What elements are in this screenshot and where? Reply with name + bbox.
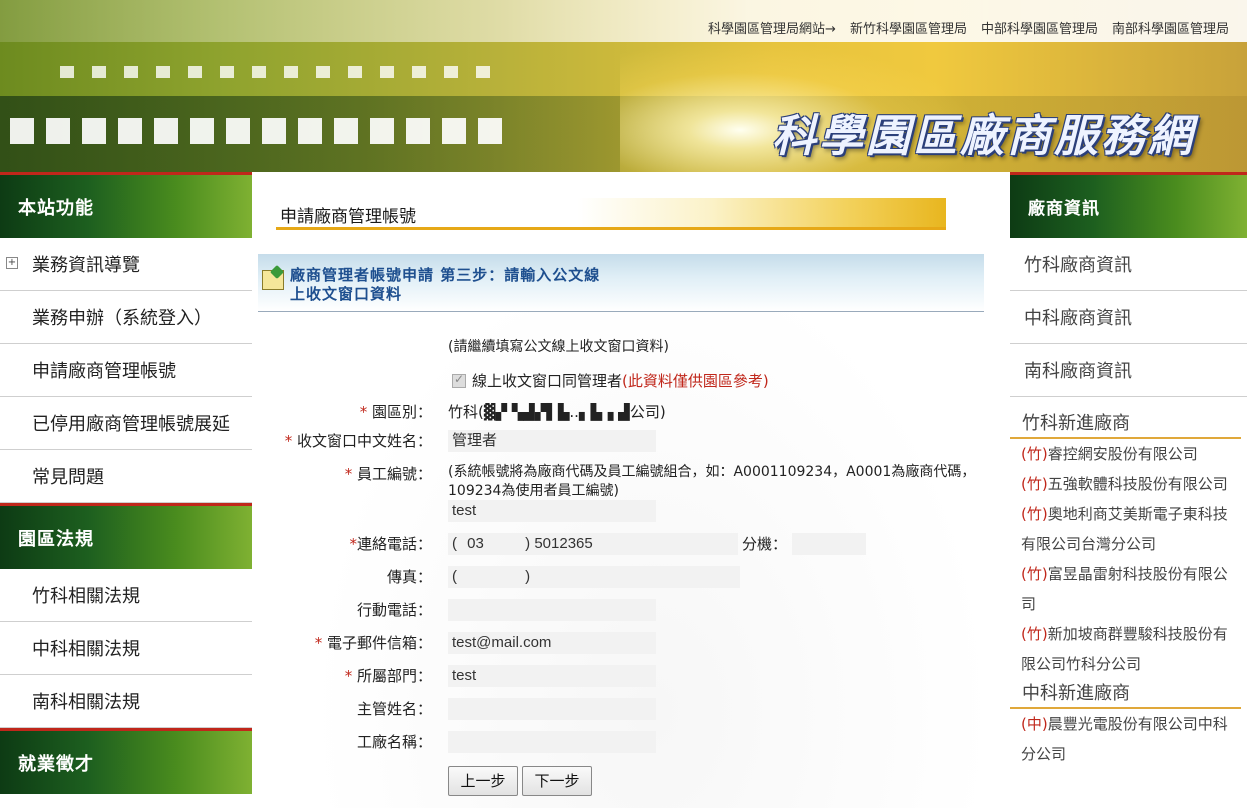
sidebar-item-faq[interactable]: 常見問題 [0,450,252,503]
sidebar-item-label: 已停用廠商管理帳號展延 [32,414,230,435]
fax-label: 傳真： [386,568,432,586]
department-field[interactable]: test [448,665,656,687]
factory-label: 工廠名稱： [356,733,432,751]
prev-button[interactable]: 上一步 [448,766,518,796]
sidebar-item-hsinchu-regulations[interactable]: 竹科相關法規 [0,569,252,622]
section-recruitment[interactable]: 就業徵才 [0,728,252,794]
plus-box-icon[interactable]: + [6,257,18,269]
phone-area-code-field[interactable]: 03 [461,533,525,555]
banner-decor-blocks [10,118,502,144]
sidebar-item-extend-account[interactable]: 已停用廠商管理帳號展延 [0,397,252,450]
same-as-manager-label: 線上收文窗口同管理者 [472,372,623,390]
sidebar-item-label: 竹科相關法規 [32,586,140,607]
same-as-manager-checkbox[interactable] [452,372,466,388]
park-value: 竹科(▓▞ ▚▟▞▌▙..▖▙▗ ▟公司) [448,403,666,421]
supervisor-field[interactable] [448,698,656,720]
section-vendor-info: 廠商資訊 [1010,172,1247,238]
sidebar-item-southern-vendors[interactable]: 南科廠商資訊 [1010,344,1247,397]
name-field[interactable]: 管理者 [448,430,656,452]
same-as-manager-note: (此資料僅供園區參考) [622,372,769,390]
sidebar-item-central-vendors[interactable]: 中科廠商資訊 [1010,291,1247,344]
phone-number-field[interactable]: 5012365 [534,535,592,552]
link-science-park-admin[interactable]: 科學園區管理局網站→ [708,18,836,37]
hsinchu-new-vendors-title: 竹科新進廠商 [1010,409,1241,439]
employee-id-hint: (系統帳號將為廠商代碼及員工編號組合，如：A0001109234，A0001為廠… [448,464,976,499]
list-item[interactable]: (竹)奧地利商艾美斯電子東科技有限公司台灣分公司 [1021,499,1239,559]
intro-text: (請繼續填寫公文線上收文窗口資料) [448,339,669,355]
sidebar-item-label: 中科相關法規 [32,639,140,660]
page-title: 申請廠商管理帳號 [276,198,946,230]
list-item[interactable]: (竹)五強軟體科技股份有限公司 [1021,469,1239,499]
sidebar-item-central-regulations[interactable]: 中科相關法規 [0,622,252,675]
sidebar-item-system-login[interactable]: 業務申辦（系統登入） [0,291,252,344]
link-central-park[interactable]: 中部科學園區管理局 [981,18,1098,37]
sidebar-item-business-guide[interactable]: + 業務資訊導覽 [0,238,252,291]
employee-id-field[interactable]: test [448,500,656,522]
email-label: 電子郵件信箱： [326,634,432,652]
link-southern-park[interactable]: 南部科學園區管理局 [1112,18,1229,37]
sidebar-item-label: 業務資訊導覽 [32,255,140,276]
list-item[interactable]: (竹)睿控網安股份有限公司 [1021,439,1239,469]
supervisor-label: 主管姓名： [356,700,432,718]
central-new-vendors-title: 中科新進廠商 [1010,679,1241,709]
email-field[interactable]: test@mail.com [448,632,656,654]
section-park-regulations: 園區法規 [0,503,252,569]
list-item[interactable]: (竹)富昱晶雷射科技股份有限公司 [1021,559,1239,619]
department-label: 所屬部門： [356,667,432,685]
hsinchu-new-vendors-list: (竹)睿控網安股份有限公司 (竹)五強軟體科技股份有限公司 (竹)奧地利商艾美斯… [1010,439,1247,679]
left-sidebar: 本站功能 + 業務資訊導覽 業務申辦（系統登入） 申請廠商管理帳號 已停用廠商管… [0,172,252,808]
panel-header: 廠商管理者帳號申請 第三步：請輸入公文線上收文窗口資料 [258,254,984,312]
next-button[interactable]: 下一步 [522,766,592,796]
mobile-label: 行動電話： [356,601,432,619]
ext-field[interactable] [792,533,866,555]
sidebar-item-label: 業務申辦（系統登入） [32,308,212,329]
ext-label: 分機： [742,535,788,553]
sidebar-item-hsinchu-vendors[interactable]: 竹科廠商資訊 [1010,238,1247,291]
sidebar-item-label: 申請廠商管理帳號 [32,361,176,382]
right-sidebar: 廠商資訊 竹科廠商資訊 中科廠商資訊 南科廠商資訊 竹科新進廠商 (竹)睿控網安… [1010,172,1247,808]
edit-note-icon [262,270,284,290]
list-item[interactable]: (竹)新加坡商群豐駿科技股份有限公司竹科分公司 [1021,619,1239,679]
sidebar-item-southern-regulations[interactable]: 南科相關法規 [0,675,252,728]
panel-title: 廠商管理者帳號申請 第三步：請輸入公文線上收文窗口資料 [290,266,601,303]
park-label: 園區別： [371,403,432,421]
header-banner: 科學園區廠商服務網 科學園區管理局網站→ 新竹科學園區管理局 中部科學園區管理局… [0,0,1247,172]
factory-field[interactable] [448,731,656,753]
list-item[interactable]: (中)晨豐光電股份有限公司中科分公司 [1021,709,1239,769]
phone-label: 連絡電話： [356,535,432,553]
link-hsinchu-park[interactable]: 新竹科學園區管理局 [850,18,967,37]
mobile-field[interactable] [448,599,656,621]
site-title: 科學園區廠商服務網 [772,111,1195,162]
main-content: 申請廠商管理帳號 廠商管理者帳號申請 第三步：請輸入公文線上收文窗口資料 (請繼… [252,172,1010,808]
banner-decor-blocks-small [60,66,490,78]
sidebar-item-apply-account[interactable]: 申請廠商管理帳號 [0,344,252,397]
central-new-vendors-list: (中)晨豐光電股份有限公司中科分公司 [1010,709,1247,769]
section-site-functions: 本站功能 [0,172,252,238]
sidebar-item-label: 常見問題 [32,467,104,488]
name-label: 收文窗口中文姓名： [296,432,432,450]
employee-id-label: 員工編號： [356,465,432,483]
top-links: 科學園區管理局網站→ 新竹科學園區管理局 中部科學園區管理局 南部科學園區管理局 [708,18,1229,37]
sidebar-item-label: 南科相關法規 [32,692,140,713]
